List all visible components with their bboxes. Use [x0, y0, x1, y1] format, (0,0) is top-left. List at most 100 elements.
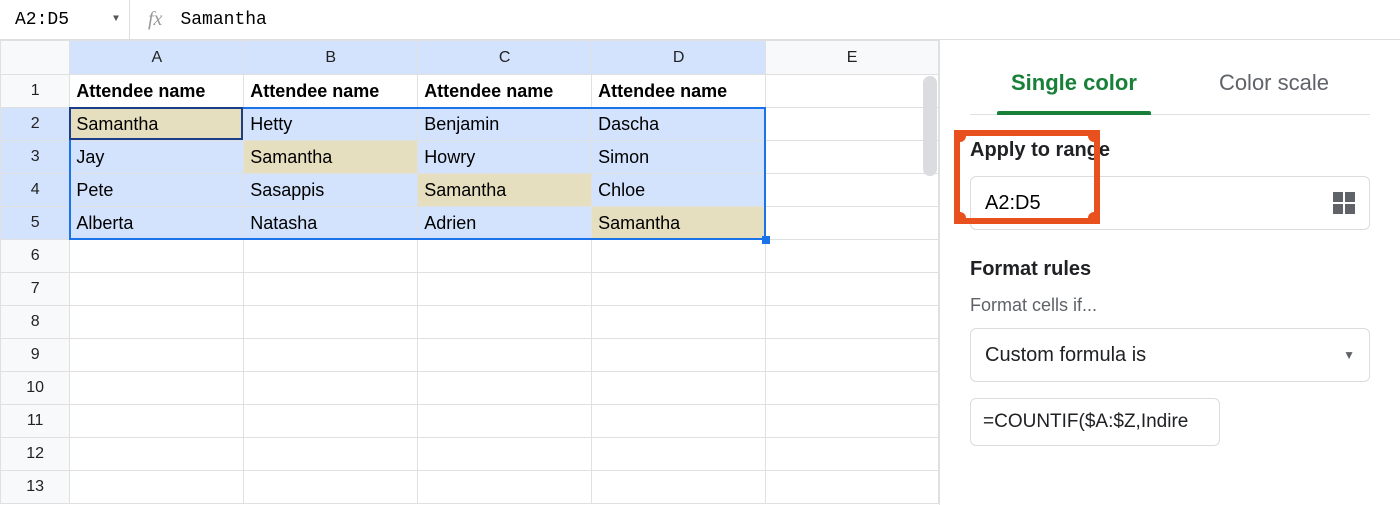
rule-type-select[interactable]: Custom formula is ▼ — [970, 328, 1370, 382]
name-box[interactable]: A2:D5 ▼ — [0, 0, 130, 39]
cell-B6[interactable] — [244, 240, 418, 273]
select-all-corner[interactable] — [1, 41, 70, 75]
fx-icon: fx — [148, 8, 162, 31]
cell-D13[interactable] — [592, 471, 766, 504]
tab-single-color[interactable]: Single color — [1007, 60, 1141, 114]
cell-B2[interactable]: Hetty — [244, 108, 418, 141]
cell-B11[interactable] — [244, 405, 418, 438]
spreadsheet-grid[interactable]: ABCDE1Attendee nameAttendee nameAttendee… — [0, 40, 940, 505]
chevron-down-icon: ▼ — [1343, 348, 1355, 362]
column-header-A[interactable]: A — [70, 41, 244, 75]
cell-C4[interactable]: Samantha — [418, 174, 592, 207]
cell-A3[interactable]: Jay — [70, 141, 244, 174]
cell-C3[interactable]: Howry — [418, 141, 592, 174]
row-header-1[interactable]: 1 — [1, 75, 70, 108]
chevron-down-icon[interactable]: ▼ — [113, 14, 119, 25]
row-header-9[interactable]: 9 — [1, 339, 70, 372]
cell-D8[interactable] — [592, 306, 766, 339]
cell-E9[interactable] — [766, 339, 939, 372]
cell-E11[interactable] — [766, 405, 939, 438]
cell-A8[interactable] — [70, 306, 244, 339]
cell-D1[interactable]: Attendee name — [592, 75, 766, 108]
cell-E8[interactable] — [766, 306, 939, 339]
cell-A12[interactable] — [70, 438, 244, 471]
cell-B8[interactable] — [244, 306, 418, 339]
column-header-E[interactable]: E — [766, 41, 939, 75]
cell-D4[interactable]: Chloe — [592, 174, 766, 207]
cell-C1[interactable]: Attendee name — [418, 75, 592, 108]
cell-C7[interactable] — [418, 273, 592, 306]
column-header-C[interactable]: C — [418, 41, 592, 75]
custom-formula-input[interactable] — [970, 398, 1220, 446]
row-header-2[interactable]: 2 — [1, 108, 70, 141]
cell-E3[interactable] — [766, 141, 939, 174]
row-header-5[interactable]: 5 — [1, 207, 70, 240]
cell-A5[interactable]: Alberta — [70, 207, 244, 240]
cell-B12[interactable] — [244, 438, 418, 471]
row-header-11[interactable]: 11 — [1, 405, 70, 438]
cell-C10[interactable] — [418, 372, 592, 405]
row-header-3[interactable]: 3 — [1, 141, 70, 174]
cell-C2[interactable]: Benjamin — [418, 108, 592, 141]
cell-B13[interactable] — [244, 471, 418, 504]
cell-E2[interactable] — [766, 108, 939, 141]
cell-D9[interactable] — [592, 339, 766, 372]
cell-D3[interactable]: Simon — [592, 141, 766, 174]
cell-A9[interactable] — [70, 339, 244, 372]
cell-A7[interactable] — [70, 273, 244, 306]
row-header-6[interactable]: 6 — [1, 240, 70, 273]
cell-B1[interactable]: Attendee name — [244, 75, 418, 108]
cell-A6[interactable] — [70, 240, 244, 273]
cell-C13[interactable] — [418, 471, 592, 504]
cell-B3[interactable]: Samantha — [244, 141, 418, 174]
cell-E10[interactable] — [766, 372, 939, 405]
cell-E1[interactable] — [766, 75, 939, 108]
cell-A1[interactable]: Attendee name — [70, 75, 244, 108]
cell-A2[interactable]: Samantha — [70, 108, 244, 141]
cell-E5[interactable] — [766, 207, 939, 240]
row-header-7[interactable]: 7 — [1, 273, 70, 306]
apply-to-range-field[interactable]: A2:D5 — [970, 176, 1370, 230]
row-header-8[interactable]: 8 — [1, 306, 70, 339]
cell-E7[interactable] — [766, 273, 939, 306]
cell-A4[interactable]: Pete — [70, 174, 244, 207]
cell-C8[interactable] — [418, 306, 592, 339]
column-header-D[interactable]: D — [592, 41, 766, 75]
column-header-B[interactable]: B — [244, 41, 418, 75]
cell-E13[interactable] — [766, 471, 939, 504]
cell-E12[interactable] — [766, 438, 939, 471]
format-rules-label: Format rules — [970, 258, 1370, 281]
cell-C5[interactable]: Adrien — [418, 207, 592, 240]
row-header-4[interactable]: 4 — [1, 174, 70, 207]
cell-B10[interactable] — [244, 372, 418, 405]
selection-drag-handle[interactable] — [762, 236, 770, 244]
cell-C9[interactable] — [418, 339, 592, 372]
scrollbar-vertical[interactable] — [923, 76, 937, 176]
row-header-10[interactable]: 10 — [1, 372, 70, 405]
cell-D7[interactable] — [592, 273, 766, 306]
row-header-12[interactable]: 12 — [1, 438, 70, 471]
cell-D10[interactable] — [592, 372, 766, 405]
cell-A11[interactable] — [70, 405, 244, 438]
cell-A13[interactable] — [70, 471, 244, 504]
cell-D11[interactable] — [592, 405, 766, 438]
cell-A10[interactable] — [70, 372, 244, 405]
row-header-13[interactable]: 13 — [1, 471, 70, 504]
cell-E6[interactable] — [766, 240, 939, 273]
cell-B5[interactable]: Natasha — [244, 207, 418, 240]
rule-type-value: Custom formula is — [985, 344, 1146, 367]
cell-B7[interactable] — [244, 273, 418, 306]
cell-C11[interactable] — [418, 405, 592, 438]
cell-C6[interactable] — [418, 240, 592, 273]
cell-D12[interactable] — [592, 438, 766, 471]
cell-E4[interactable] — [766, 174, 939, 207]
tab-color-scale[interactable]: Color scale — [1215, 60, 1333, 114]
cell-D2[interactable]: Dascha — [592, 108, 766, 141]
formula-input[interactable]: Samantha — [180, 10, 266, 30]
cell-C12[interactable] — [418, 438, 592, 471]
cell-D5[interactable]: Samantha — [592, 207, 766, 240]
select-range-icon[interactable] — [1333, 192, 1355, 214]
cell-B9[interactable] — [244, 339, 418, 372]
cell-B4[interactable]: Sasappis — [244, 174, 418, 207]
cell-D6[interactable] — [592, 240, 766, 273]
